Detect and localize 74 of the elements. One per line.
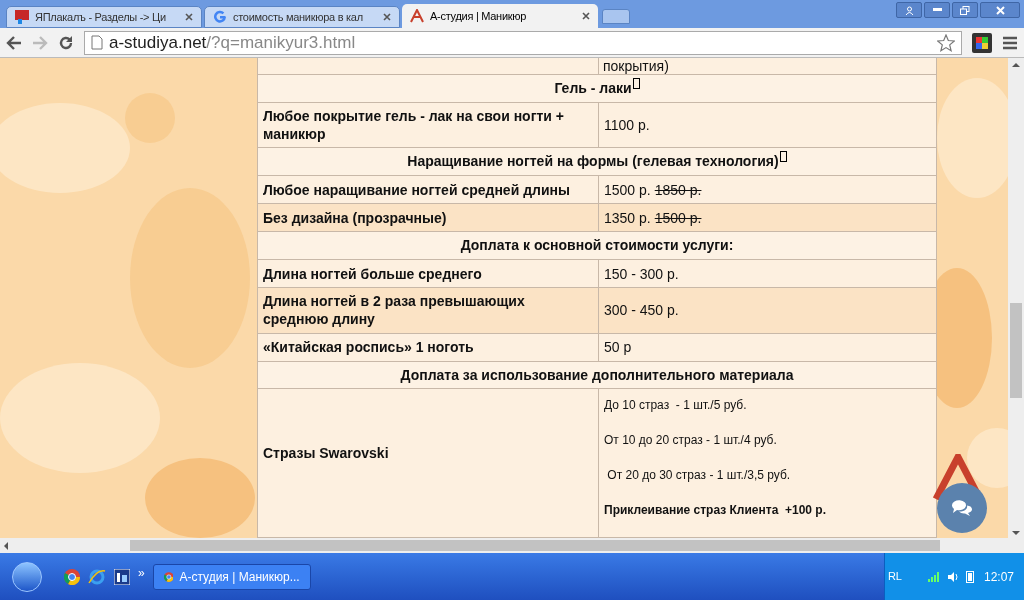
address-field[interactable]: a-studiya.net/?q=manikyur3.html [84, 30, 962, 55]
section-heading: Гель - лаки [554, 77, 640, 99]
page-icon [91, 35, 103, 50]
volume-icon[interactable] [946, 570, 960, 583]
old-price: 1500 р. [654, 208, 702, 227]
price-line: От 10 до 20 страз - 1 шт./4 руб. [604, 432, 778, 450]
missing-glyph-icon [779, 151, 787, 163]
chrome-icon[interactable] [64, 568, 80, 585]
close-icon[interactable] [383, 13, 391, 21]
google-icon [213, 10, 227, 24]
chrome-icon [163, 569, 174, 584]
profile-button[interactable] [896, 2, 922, 18]
price-line: Приклеивание страз Клиента +100 р. [604, 502, 828, 520]
price: 150 - 300 р. [604, 264, 679, 283]
site-icon [15, 10, 29, 24]
scrollbar-thumb[interactable] [130, 540, 940, 551]
price: 50 р [604, 338, 632, 357]
price: 1350 р. [604, 208, 651, 227]
price: 300 - 450 р. [604, 301, 679, 320]
price: покрытия) [603, 58, 669, 74]
star-icon[interactable] [937, 33, 955, 52]
close-icon[interactable] [582, 12, 590, 20]
service-name: Длина ногтей в 2 раза превышающих среднюю длину [263, 292, 526, 329]
tab-label: ЯПлакалъ - Разделы -> Ци [35, 9, 167, 25]
url-host: a-studiya.net [109, 31, 207, 54]
missing-glyph-icon [632, 77, 640, 89]
window-icon[interactable] [114, 568, 130, 585]
price: 1100 р. [604, 116, 650, 135]
service-name: «Китайская роспись» 1 ноготь [263, 338, 474, 357]
minimize-icon [932, 8, 942, 12]
tab-label: стоимость маникюра в кал [233, 9, 364, 25]
service-name: Длина ногтей больше среднего [263, 264, 482, 283]
person-icon [904, 5, 914, 15]
tab-label: А-студия | Маникюр [430, 8, 528, 24]
close-icon [995, 5, 1005, 15]
service-name: Любое наращивание ногтей средней длины [263, 180, 570, 199]
price-line: До 10 страз - 1 шт./5 руб. [604, 397, 748, 415]
clock: 12:07 [983, 568, 1014, 586]
browser-icon[interactable] [88, 568, 106, 585]
close-icon[interactable] [185, 13, 193, 21]
vertical-scrollbar[interactable] [1008, 58, 1024, 553]
scroll-down-icon[interactable] [1012, 531, 1020, 535]
section-heading: Наращивание ногтей на формы (гелевая технология) [407, 151, 787, 173]
service-name: Любое покрытие гель - лак на свои ногти + маникюр [263, 107, 566, 144]
logo-icon [410, 9, 424, 23]
section-heading: Доплата к основной стоимости услуги: [460, 236, 734, 256]
signal-icon[interactable] [927, 571, 941, 582]
scroll-left-icon[interactable] [4, 541, 8, 550]
start-button[interactable] [12, 561, 42, 592]
chat-icon [950, 498, 974, 518]
horizontal-scrollbar[interactable] [0, 538, 1008, 553]
maximize-button[interactable] [952, 2, 978, 18]
browser-tab[interactable]: стоимость маникюра в кал [204, 6, 400, 28]
browser-tab[interactable]: ЯПлакалъ - Разделы -> Ци [6, 6, 202, 28]
old-price: 1850 р. [654, 180, 702, 199]
service-name: Без дизайна (прозрачные) [263, 208, 447, 227]
url-path: /?q=manikyur3.html [206, 31, 356, 54]
browser-tab[interactable]: А-студия | Маникюр [402, 4, 598, 28]
section-heading: Доплата за использование дополнительного материала [400, 365, 794, 385]
scroll-up-icon[interactable] [1012, 63, 1020, 67]
reload-icon[interactable] [58, 34, 74, 51]
scrollbar-thumb[interactable] [1010, 303, 1022, 398]
menu-icon[interactable] [1002, 35, 1018, 50]
more-indicator[interactable]: » [138, 563, 145, 582]
close-button[interactable] [980, 2, 1020, 18]
task-button[interactable]: А-студия | Маникюр... [152, 563, 311, 590]
battery-icon[interactable] [965, 570, 974, 583]
price: 1500 р. [604, 180, 651, 199]
service-name: Стразы Swarovski [263, 444, 389, 463]
restore-icon [960, 5, 970, 15]
price-line: От 20 до 30 страз - 1 шт./3,5 руб. [606, 467, 792, 485]
extension-icon[interactable] [972, 32, 992, 53]
back-icon[interactable] [6, 35, 22, 50]
minimize-button[interactable] [924, 2, 950, 18]
